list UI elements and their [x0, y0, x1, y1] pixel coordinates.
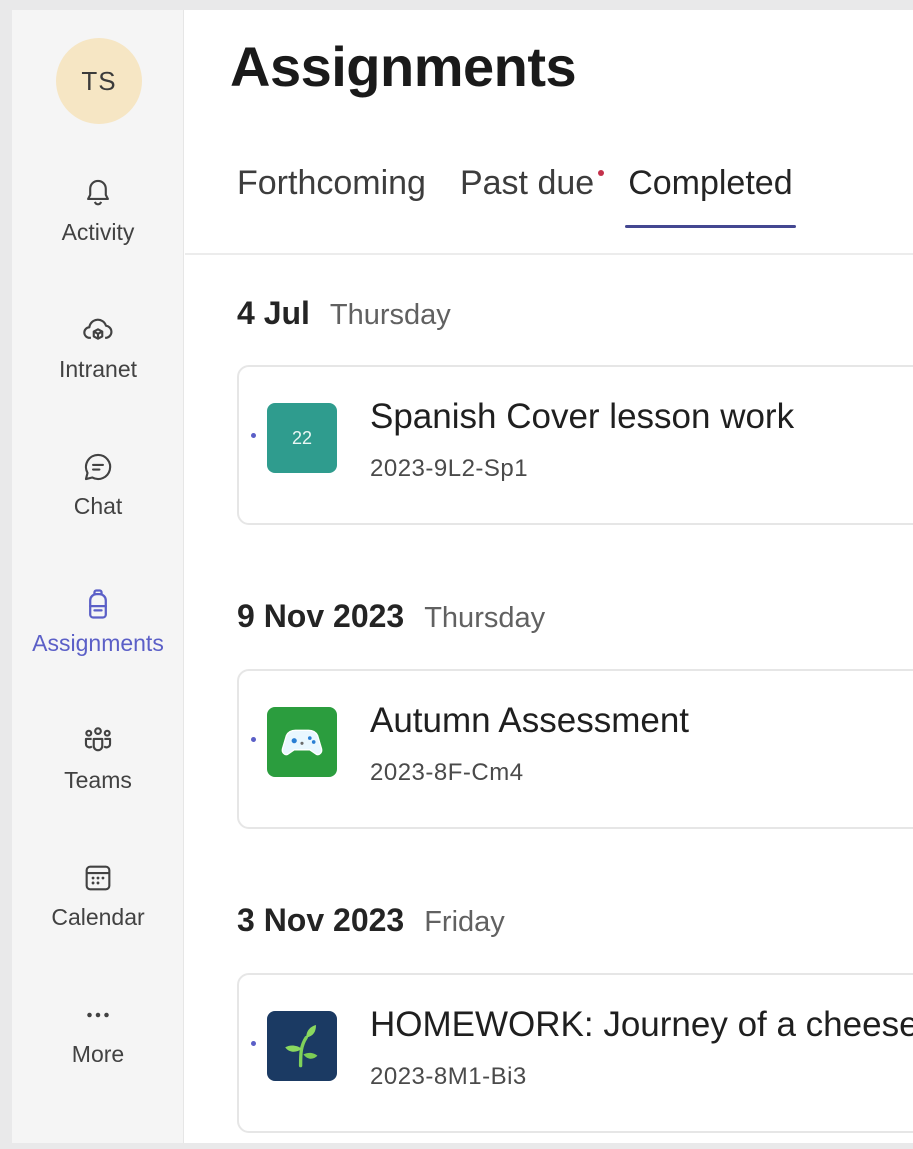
sidebar-item-assignments[interactable]: Assignments	[12, 584, 184, 694]
date-heading: 9 Nov 2023 Thursday	[237, 598, 545, 635]
sidebar-item-chat[interactable]: Chat	[12, 447, 184, 557]
assignment-card[interactable]: 22 Spanish Cover lesson work 2023-9L2-Sp…	[237, 365, 913, 525]
assignment-card[interactable]: HOMEWORK: Journey of a cheese 2023-8M1-B…	[237, 973, 913, 1133]
sidebar-item-label: Calendar	[51, 904, 145, 930]
window-frame-bottom	[0, 1143, 913, 1149]
backpack-icon	[78, 584, 118, 624]
game-controller-icon	[267, 707, 337, 777]
day-label: Friday	[424, 906, 505, 938]
cloud-icon	[78, 310, 118, 350]
window-frame-top	[0, 0, 913, 10]
page-title: Assignments	[230, 35, 577, 98]
sidebar-item-teams[interactable]: Teams	[12, 721, 184, 831]
day-label: Thursday	[424, 602, 546, 634]
assignment-list: 4 Jul Thursday 22 Spanish Cover lesson w…	[185, 255, 913, 1143]
class-code: 2023-8F-Cm4	[370, 759, 524, 786]
tab-label: Past due	[459, 164, 595, 202]
app-sidebar: TS Activity Intranet Chat Assignments Te…	[12, 10, 184, 1143]
sprout-icon	[267, 1011, 337, 1081]
day-label: Thursday	[329, 299, 451, 331]
chat-icon	[78, 447, 118, 487]
teams-icon	[78, 721, 118, 761]
tab-forthcoming[interactable]: Forthcoming	[237, 164, 426, 228]
date-label: 4 Jul	[237, 295, 310, 331]
assignment-title: HOMEWORK: Journey of a cheese	[370, 1005, 913, 1044]
sidebar-item-label: Activity	[61, 219, 135, 245]
class-code: 2023-9L2-Sp1	[370, 455, 529, 482]
avatar[interactable]: TS	[56, 38, 142, 124]
sidebar-item-intranet[interactable]: Intranet	[12, 310, 184, 420]
tab-completed[interactable]: Completed	[625, 164, 797, 228]
class-code: 2023-8M1-Bi3	[370, 1063, 527, 1090]
sidebar-item-calendar[interactable]: Calendar	[12, 858, 184, 968]
tab-label: Completed	[628, 164, 793, 202]
date-heading: 4 Jul Thursday	[237, 295, 451, 332]
date-label: 3 Nov 2023	[237, 902, 405, 938]
sidebar-item-more[interactable]: More	[12, 995, 184, 1105]
icon-text: 22	[291, 427, 313, 448]
window-frame-left	[0, 0, 12, 1149]
calendar-icon	[78, 858, 118, 898]
assignment-tabs: Forthcoming Past due Completed	[237, 164, 827, 228]
sidebar-item-activity[interactable]: Activity	[12, 173, 184, 283]
date-label: 9 Nov 2023	[237, 598, 405, 634]
assignment-title: Spanish Cover lesson work	[370, 397, 795, 436]
tab-label: Forthcoming	[237, 164, 426, 202]
sidebar-item-label: Assignments	[32, 630, 164, 656]
sidebar-item-label: More	[71, 1041, 125, 1067]
assignment-card[interactable]: Autumn Assessment 2023-8F-Cm4	[237, 669, 913, 829]
date-heading: 3 Nov 2023 Friday	[237, 902, 505, 939]
bell-icon	[78, 173, 118, 213]
more-icon	[78, 995, 118, 1035]
unread-dot	[251, 737, 256, 742]
unread-dot	[251, 433, 256, 438]
sidebar-item-label: Teams	[64, 767, 132, 793]
sidebar-item-label: Intranet	[59, 356, 137, 382]
tab-past-due[interactable]: Past due	[459, 164, 605, 228]
unread-dot	[251, 1041, 256, 1046]
sidebar-item-label: Chat	[73, 493, 123, 519]
notification-dot	[598, 170, 605, 176]
calendar-22-icon: 22	[267, 403, 337, 473]
assignment-title: Autumn Assessment	[370, 701, 690, 740]
